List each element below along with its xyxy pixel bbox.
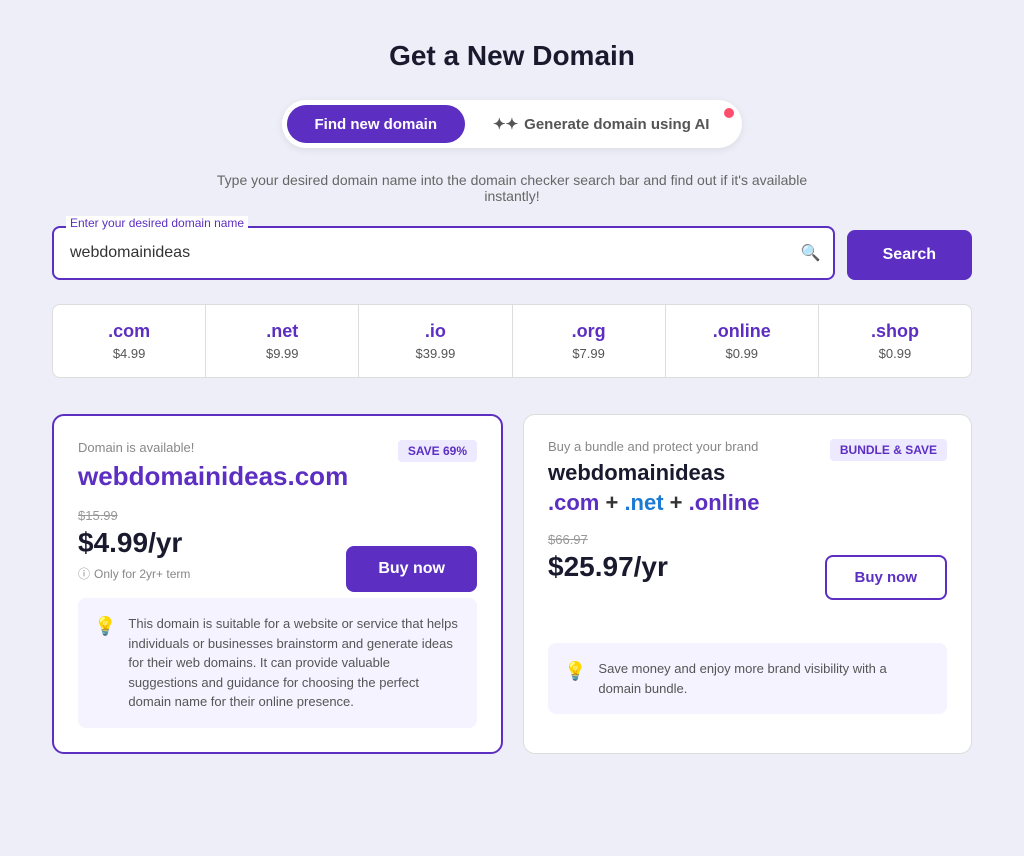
search-label: Enter your desired domain name <box>66 216 248 230</box>
tld-name: .online <box>713 321 771 342</box>
sparkle-icon: ✦✦ <box>493 115 518 133</box>
tld-price: $7.99 <box>572 346 605 361</box>
tld-name: .io <box>425 321 446 342</box>
domain-available-card: Domain is available! SAVE 69% webdomaini… <box>52 414 503 754</box>
tld-item-shop[interactable]: .shop $0.99 <box>819 305 971 377</box>
tld-name: .net <box>266 321 298 342</box>
domain-name-main: webdomainideas.com <box>78 461 477 492</box>
buy-now-main-button[interactable]: Buy now <box>346 546 477 592</box>
tld-price: $0.99 <box>726 346 759 361</box>
bundle-badge: BUNDLE & SAVE <box>830 439 947 461</box>
old-price-main: $15.99 <box>78 508 477 523</box>
save-badge: SAVE 69% <box>398 440 477 462</box>
cards-row: Domain is available! SAVE 69% webdomaini… <box>52 414 972 754</box>
bulb-icon: 💡 <box>94 616 116 637</box>
bundle-tld-net: .net <box>624 490 663 515</box>
search-input[interactable] <box>52 226 835 280</box>
bundle-domain-name: webdomainideas <box>548 460 947 486</box>
tld-item-online[interactable]: .online $0.99 <box>666 305 819 377</box>
tab-find-domain[interactable]: Find new domain <box>287 105 466 143</box>
buy-now-bundle-button[interactable]: Buy now <box>825 555 948 600</box>
page-title: Get a New Domain <box>389 40 635 72</box>
tld-price: $9.99 <box>266 346 299 361</box>
old-price-bundle: $66.97 <box>548 532 947 547</box>
bundle-tld-com: .com <box>548 490 599 515</box>
tab-toggle: Find new domain ✦✦ Generate domain using… <box>282 100 743 148</box>
bundle-tld-online: .online <box>689 490 760 515</box>
tld-price: $4.99 <box>113 346 146 361</box>
bundle-plus-1: + <box>599 490 624 515</box>
tld-row: .com $4.99 .net $9.99 .io $39.99 .org $7.99 .onl… <box>52 304 972 378</box>
search-icon: 🔍 <box>801 243 821 263</box>
info-box-main: 💡 This domain is suitable for a website … <box>78 598 477 728</box>
domain-ext: .com <box>288 461 349 491</box>
tld-name: .org <box>572 321 606 342</box>
tld-name: .shop <box>871 321 919 342</box>
info-box-bundle: 💡 Save money and enjoy more brand visibi… <box>548 643 947 714</box>
tld-item-io[interactable]: .io $39.99 <box>359 305 512 377</box>
tld-item-com[interactable]: .com $4.99 <box>53 305 206 377</box>
search-container: Enter your desired domain name 🔍 Search <box>52 226 972 280</box>
search-field-wrapper: Enter your desired domain name 🔍 <box>52 226 835 280</box>
search-button[interactable]: Search <box>847 230 972 280</box>
bulb-icon-bundle: 💡 <box>564 661 586 682</box>
tld-price: $0.99 <box>879 346 912 361</box>
subtitle: Type your desired domain name into the d… <box>212 172 812 204</box>
bundle-tlds: .com + .net + .online <box>548 490 947 516</box>
domain-base: webdomainideas <box>78 461 288 491</box>
tld-name: .com <box>108 321 150 342</box>
tld-item-org[interactable]: .org $7.99 <box>513 305 666 377</box>
bundle-card: Buy a bundle and protect your brand BUND… <box>523 414 972 754</box>
tld-item-net[interactable]: .net $9.99 <box>206 305 359 377</box>
bundle-plus-2: + <box>664 490 689 515</box>
info-text-main: This domain is suitable for a website or… <box>128 614 461 712</box>
info-circle-icon: ⓘ <box>78 565 90 582</box>
tld-price: $39.99 <box>416 346 456 361</box>
info-text-bundle: Save money and enjoy more brand visibili… <box>598 659 931 698</box>
tab-ai-domain[interactable]: ✦✦ Generate domain using AI <box>465 105 737 143</box>
